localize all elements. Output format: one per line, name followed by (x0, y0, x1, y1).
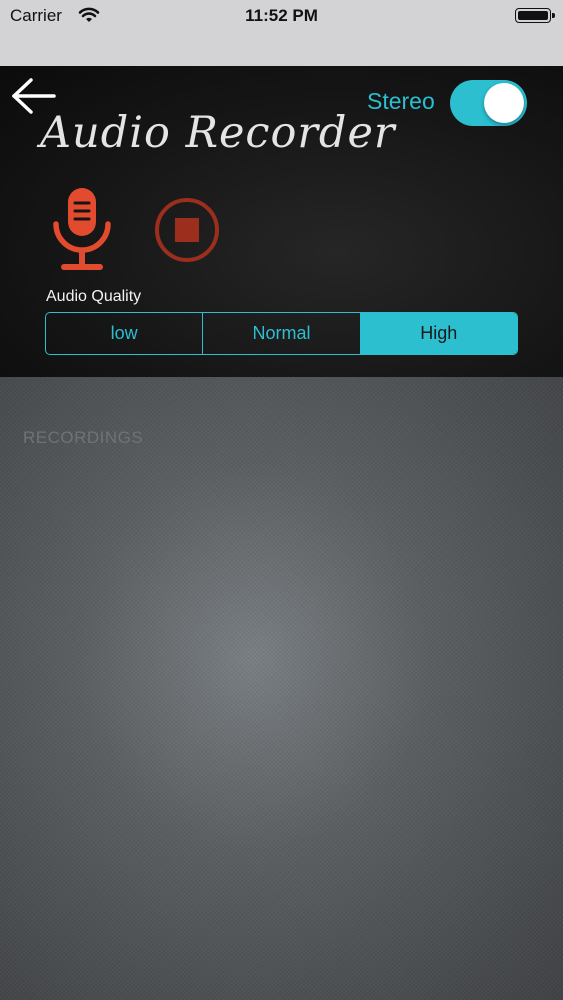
recordings-list (0, 377, 563, 1000)
microphone-icon (53, 188, 111, 270)
stop-icon (155, 198, 219, 262)
quality-option-normal[interactable]: Normal (202, 313, 359, 354)
record-button[interactable] (50, 186, 114, 272)
quality-option-high[interactable]: High (359, 313, 517, 354)
status-bar: Carrier 11:52 PM (0, 0, 563, 66)
clock: 11:52 PM (245, 6, 318, 25)
recordings-section-header: RECORDINGS (23, 428, 144, 447)
page-title: Audio Recorder (40, 108, 396, 158)
stereo-toggle[interactable] (450, 80, 527, 126)
toggle-knob (484, 83, 524, 123)
audio-quality-selector: low Normal High (45, 312, 518, 355)
stop-button[interactable] (153, 196, 221, 264)
audio-quality-label: Audio Quality (46, 288, 142, 305)
battery-full-icon (515, 8, 555, 23)
quality-option-low[interactable]: low (46, 313, 202, 354)
